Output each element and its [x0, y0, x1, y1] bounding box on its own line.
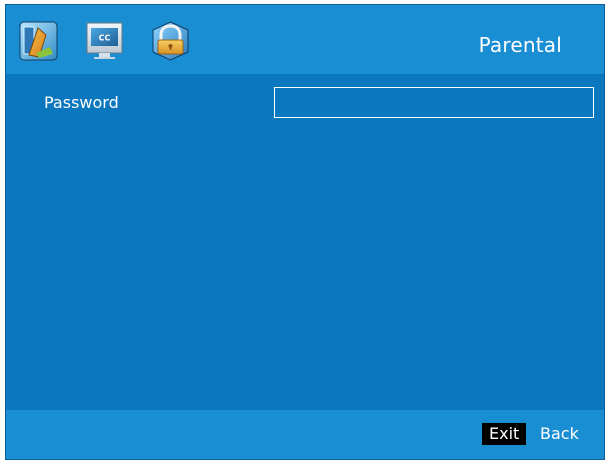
password-label: Password: [44, 93, 119, 112]
menu-header: CC Parental: [6, 5, 604, 74]
back-button[interactable]: Back: [540, 423, 579, 445]
picture-settings-icon[interactable]: [19, 21, 58, 61]
password-input[interactable]: [274, 87, 594, 118]
settings-content: Password: [6, 74, 604, 410]
menu-footer: Exit Back: [6, 410, 604, 459]
parental-menu-screen: CC Parental Password Exit Back: [5, 4, 605, 460]
page-title: Parental: [478, 33, 562, 57]
cc-icon-text: CC: [99, 34, 111, 43]
parental-lock-icon[interactable]: [151, 21, 190, 61]
closed-caption-icon[interactable]: CC: [85, 21, 124, 61]
exit-button[interactable]: Exit: [482, 423, 527, 445]
